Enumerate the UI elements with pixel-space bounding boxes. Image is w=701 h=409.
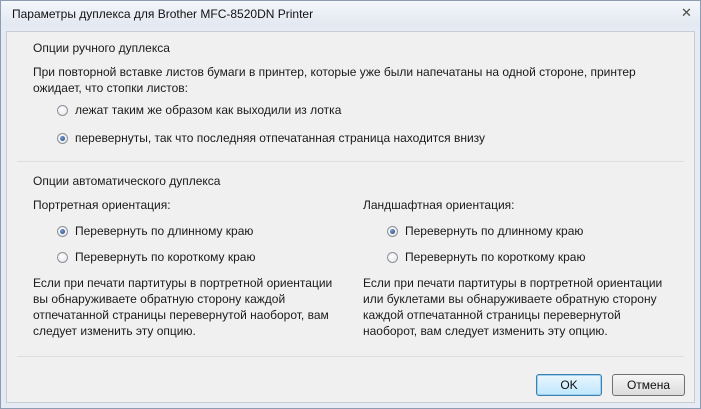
radio-same-as-output[interactable]: лежат таким же образом как выходили из л…: [57, 102, 341, 118]
radio-label: Перевернуть по короткому краю: [405, 250, 586, 264]
manual-duplex-description: При повторной вставке листов бумаги в пр…: [33, 65, 636, 95]
radio-button-selected-icon[interactable]: [57, 132, 68, 144]
radio-button-icon[interactable]: [57, 104, 68, 116]
radio-landscape-long-edge[interactable]: Перевернуть по длинному краю: [387, 223, 583, 239]
radio-button-selected-icon[interactable]: [57, 225, 68, 237]
manual-duplex-title: Опции ручного дуплекса: [33, 41, 170, 55]
close-icon[interactable]: ✕: [679, 6, 694, 20]
radio-label: перевернуты, так что последняя отпечатан…: [75, 131, 486, 145]
radio-button-icon[interactable]: [57, 251, 68, 263]
radio-label: Перевернуть по длинному краю: [405, 224, 584, 238]
radio-label: Перевернуть по короткому краю: [75, 250, 256, 264]
window-title: Параметры дуплекса для Brother MFC-8520D…: [12, 7, 314, 21]
duplex-options-dialog: Параметры дуплекса для Brother MFC-8520D…: [0, 0, 701, 409]
manual-duplex-group: Опции ручного дуплекса При повторной вст…: [17, 41, 684, 162]
radio-label: Перевернуть по длинному краю: [75, 224, 254, 238]
landscape-description: Если при печати партитуры в портретной о…: [363, 276, 663, 338]
ok-button[interactable]: OK: [536, 374, 602, 396]
cancel-button[interactable]: Отмена: [612, 374, 685, 396]
dialog-body: Опции ручного дуплекса При повторной вст…: [6, 31, 695, 403]
landscape-orientation-label: Ландшафтная ориентация:: [363, 198, 515, 212]
auto-duplex-group: Опции автоматического дуплекса Портретна…: [17, 174, 684, 357]
radio-landscape-short-edge[interactable]: Перевернуть по короткому краю: [387, 249, 585, 265]
radio-portrait-long-edge[interactable]: Перевернуть по длинному краю: [57, 223, 253, 239]
title-bar[interactable]: Параметры дуплекса для Brother MFC-8520D…: [1, 1, 700, 26]
auto-duplex-title: Опции автоматического дуплекса: [33, 174, 221, 188]
portrait-description: Если при печати партитуры в портретной о…: [33, 276, 333, 338]
portrait-orientation-label: Портретная ориентация:: [33, 198, 171, 212]
radio-button-selected-icon[interactable]: [387, 225, 398, 237]
radio-button-icon[interactable]: [387, 251, 398, 263]
radio-portrait-short-edge[interactable]: Перевернуть по короткому краю: [57, 249, 255, 265]
radio-last-page-bottom[interactable]: перевернуты, так что последняя отпечатан…: [57, 130, 485, 146]
radio-label: лежат таким же образом как выходили из л…: [75, 103, 342, 117]
